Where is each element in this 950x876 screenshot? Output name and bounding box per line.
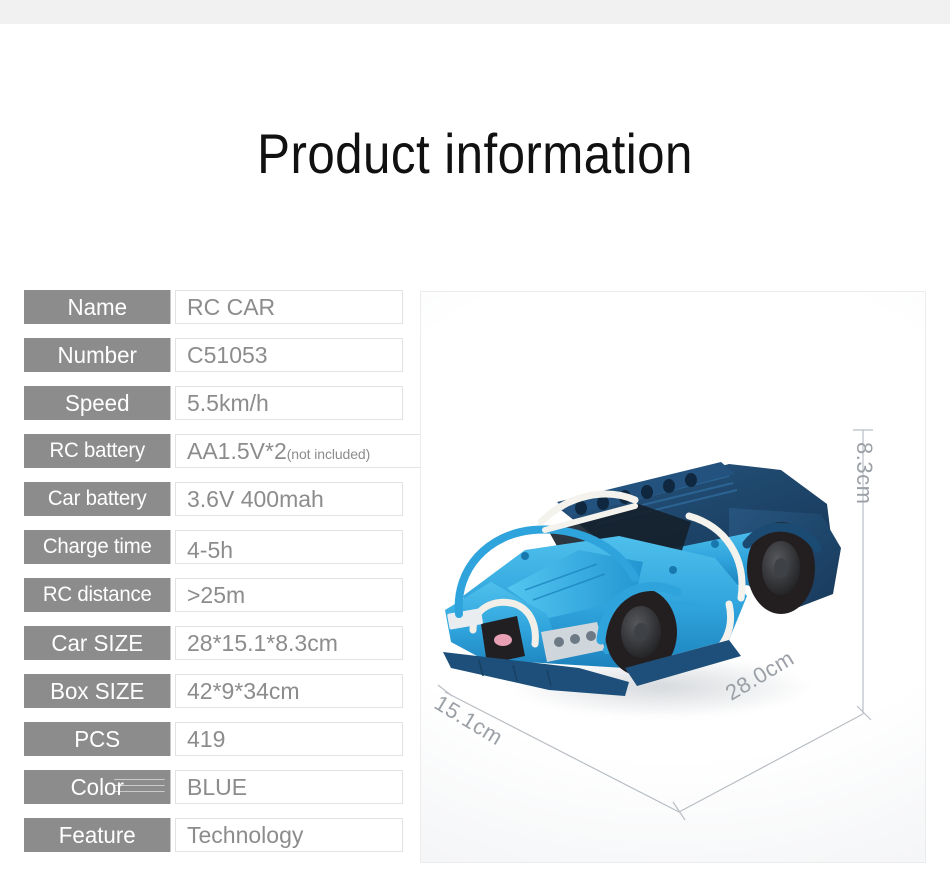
spec-value-feature: Technology <box>175 818 403 852</box>
spec-value-box-size: 42*9*34cm <box>175 674 403 708</box>
spec-label-charge-time: Charge time <box>24 530 171 564</box>
spec-value-name: RC CAR <box>175 290 403 324</box>
page-title: Product information <box>257 122 693 185</box>
spec-value-charge-time: 4-5h <box>175 530 403 564</box>
spec-value-number: C51053 <box>175 338 403 372</box>
table-row: Color BLUE <box>24 770 404 818</box>
spec-label-car-size: Car SIZE <box>24 626 171 660</box>
table-row: Number C51053 <box>24 338 404 386</box>
car-illustration <box>429 418 869 718</box>
spec-value-car-size: 28*15.1*8.3cm <box>175 626 403 660</box>
spec-label-color-text: Color <box>70 774 124 800</box>
table-row: Box SIZE 42*9*34cm <box>24 674 404 722</box>
table-row: Feature Technology <box>24 818 404 866</box>
spec-label-name: Name <box>24 290 171 324</box>
product-photo: 8.3cm 28.0cm 15.1cm <box>421 292 925 862</box>
table-row: Speed 5.5km/h <box>24 386 404 434</box>
spec-label-car-battery: Car battery <box>24 482 171 516</box>
spec-value-rc-distance: >25m <box>175 578 403 612</box>
table-row: PCS 419 <box>24 722 404 770</box>
spec-value-rc-battery: AA1.5V*2(not included) <box>175 434 424 468</box>
spec-label-feature: Feature <box>24 818 171 852</box>
table-row: Car SIZE 28*15.1*8.3cm <box>24 626 404 674</box>
spec-label-number: Number <box>24 338 171 372</box>
spec-label-speed: Speed <box>24 386 171 420</box>
rc-battery-main: AA1.5V*2 <box>187 438 287 464</box>
spec-label-color: Color <box>24 770 171 804</box>
table-row: Charge time 4-5h <box>24 530 404 578</box>
table-row: RC battery AA1.5V*2(not included) <box>24 434 424 482</box>
spec-value-pcs: 419 <box>175 722 403 756</box>
car-svg <box>443 462 841 696</box>
table-row: Car battery 3.6V 400mah <box>24 482 404 530</box>
spec-value-speed: 5.5km/h <box>175 386 403 420</box>
product-image-panel: 8.3cm 28.0cm 15.1cm <box>420 291 926 863</box>
dimension-height-label: 8.3cm <box>852 442 877 505</box>
spec-label-pcs: PCS <box>24 722 171 756</box>
spec-table: Name RC CAR Number C51053 Speed 5.5km/h … <box>24 290 424 866</box>
spec-label-rc-distance: RC distance <box>24 578 171 612</box>
rc-battery-note: (not included) <box>286 446 371 462</box>
spec-value-color: BLUE <box>175 770 403 804</box>
spec-label-box-size: Box SIZE <box>24 674 171 708</box>
table-row: RC distance >25m <box>24 578 404 626</box>
spec-label-rc-battery: RC battery <box>24 434 171 468</box>
spec-value-car-battery: 3.6V 400mah <box>175 482 403 516</box>
top-band <box>0 0 950 24</box>
grille-badge <box>494 634 512 646</box>
table-row: Name RC CAR <box>24 290 404 338</box>
